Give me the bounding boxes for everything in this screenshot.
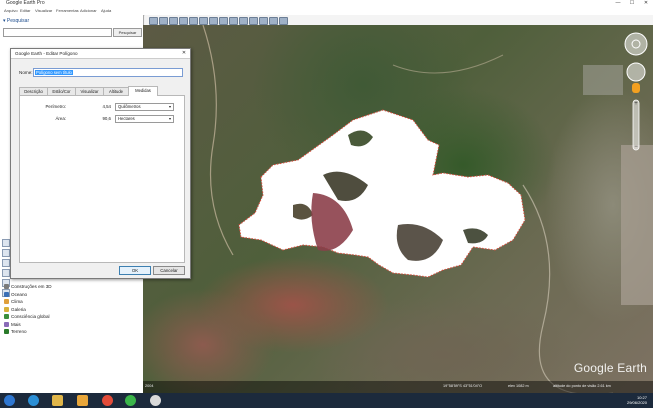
move-control[interactable] <box>626 62 646 82</box>
browser-icon[interactable] <box>28 395 39 406</box>
zoom-slider[interactable] <box>632 99 640 151</box>
tree-item[interactable]: Consciência global <box>4 313 142 321</box>
layer-icon[interactable] <box>2 239 10 247</box>
ruler-icon[interactable] <box>239 17 248 25</box>
menu-edit[interactable]: Editar <box>20 7 30 15</box>
measured-polygon[interactable] <box>238 109 526 278</box>
cancel-button[interactable]: Cancelar <box>153 266 185 275</box>
system-clock[interactable]: 10:27 29/06/2020 <box>627 395 647 405</box>
gallery-icon <box>4 306 9 312</box>
imagery-year: 2004 <box>145 384 154 388</box>
map-view[interactable]: + − Google Earth <box>143 25 653 393</box>
layer-icon[interactable] <box>2 269 10 277</box>
area-value: 90,6 <box>102 116 111 121</box>
tree-item[interactable]: Oceano <box>4 291 142 299</box>
polygon-icon[interactable] <box>169 17 178 25</box>
map-overlay: + − <box>202 25 653 393</box>
chrome-icon[interactable] <box>102 395 113 406</box>
zoom-out-icon[interactable]: − <box>634 144 638 150</box>
name-label: Nome: <box>19 70 33 75</box>
perimeter-label: Perímetro: <box>45 104 67 109</box>
menu-file[interactable]: Arquivo <box>4 7 18 15</box>
perimeter-value: 4,54 <box>102 104 111 109</box>
search-input[interactable] <box>3 28 112 37</box>
placemark-icon[interactable] <box>159 17 168 25</box>
road-line <box>202 25 234 256</box>
email-icon[interactable] <box>249 17 258 25</box>
layers-tree: Construções em 3D Oceano Clima Galeria C… <box>4 283 142 336</box>
layer-icon[interactable] <box>2 249 10 257</box>
close-window-button[interactable]: ✕ <box>639 0 653 7</box>
planets-icon[interactable] <box>229 17 238 25</box>
sun-icon[interactable] <box>219 17 228 25</box>
global-awareness-icon <box>4 314 9 320</box>
minimize-button[interactable]: — <box>611 0 625 7</box>
chevron-down-icon: ▾ <box>168 104 171 109</box>
google-earth-icon[interactable] <box>150 395 161 406</box>
tree-item[interactable]: Terreno <box>4 328 142 336</box>
road-line <box>392 54 504 74</box>
dialog-titlebar[interactable]: Google Earth - Editar Polígono ✕ <box>11 49 190 59</box>
perimeter-unit-value: Quilômetros <box>118 104 141 109</box>
map-status-bar: 2004 19°58'59"S 43°51'04"O elev 1082 m a… <box>143 381 653 393</box>
record-tour-icon[interactable] <box>199 17 208 25</box>
measurements-panel: Perímetro: 4,54 Quilômetros ▾ Área: 90,6… <box>19 95 185 263</box>
zoom-in-icon[interactable]: + <box>634 101 638 107</box>
layer-icon[interactable] <box>2 259 10 267</box>
terrain-checkbox-icon <box>4 329 9 335</box>
polygon-name-value: Polígono sem título <box>35 70 73 75</box>
buildings-icon <box>4 284 9 290</box>
elevation-readout: elev 1082 m <box>508 384 529 388</box>
search-button[interactable]: Pesquisar <box>113 28 142 37</box>
urban-area <box>621 145 653 305</box>
files-icon[interactable] <box>77 395 88 406</box>
clock-date: 29/06/2020 <box>626 400 647 405</box>
tree-item[interactable]: Mais <box>4 321 142 329</box>
whatsapp-icon[interactable] <box>125 395 136 406</box>
menu-add[interactable]: Adicionar <box>80 7 97 15</box>
print-icon[interactable] <box>259 17 268 25</box>
google-earth-watermark: Google Earth <box>573 361 647 375</box>
dialog-close-icon[interactable]: ✕ <box>180 50 188 57</box>
look-control[interactable] <box>624 32 648 56</box>
street-view-pegman-icon[interactable] <box>632 83 640 93</box>
windows-taskbar: 10:27 29/06/2020 <box>0 393 653 408</box>
view-in-maps-icon[interactable] <box>279 17 288 25</box>
polygon-name-input[interactable]: Polígono sem título <box>33 68 183 77</box>
area-label: Área: <box>55 116 67 121</box>
dialog-title: Google Earth - Editar Polígono <box>15 51 78 56</box>
eye-altitude-readout: altitude do ponto de visão 2.61 km <box>553 384 611 388</box>
start-icon[interactable] <box>4 395 15 406</box>
edit-polygon-dialog: Google Earth - Editar Polígono ✕ Nome: P… <box>10 48 191 279</box>
path-icon[interactable] <box>179 17 188 25</box>
perimeter-unit-select[interactable]: Quilômetros ▾ <box>115 103 174 111</box>
tree-item[interactable]: Clima <box>4 298 142 306</box>
menu-view[interactable]: Visualizar <box>35 7 52 15</box>
tree-item[interactable]: Construções em 3D <box>4 283 142 291</box>
folder-icon[interactable] <box>52 395 63 406</box>
weather-icon <box>4 299 9 305</box>
image-overlay-icon[interactable] <box>189 17 198 25</box>
more-icon <box>4 321 9 327</box>
ok-button[interactable]: OK <box>119 266 151 275</box>
menu-help[interactable]: Ajuda <box>101 7 111 15</box>
tab-measurements[interactable]: Medidas <box>128 86 158 96</box>
ocean-icon <box>4 291 9 297</box>
save-image-icon[interactable] <box>269 17 278 25</box>
maximize-button[interactable]: ☐ <box>625 0 639 7</box>
search-panel-heading[interactable]: ▾ Pesquisar <box>3 18 29 24</box>
tree-item[interactable]: Galeria <box>4 306 142 314</box>
building-cluster <box>583 65 623 95</box>
menu-tools[interactable]: Ferramentas <box>56 7 79 15</box>
sidebar-toggle-icon[interactable] <box>149 17 158 25</box>
historical-imagery-icon[interactable] <box>209 17 218 25</box>
area-unit-value: Hectares <box>118 116 135 121</box>
window-title: Google Earth Pro <box>6 0 45 6</box>
chevron-down-icon: ▾ <box>168 116 171 121</box>
area-unit-select[interactable]: Hectares ▾ <box>115 115 174 123</box>
coordinates-readout: 19°58'59"S 43°51'04"O <box>443 384 483 388</box>
